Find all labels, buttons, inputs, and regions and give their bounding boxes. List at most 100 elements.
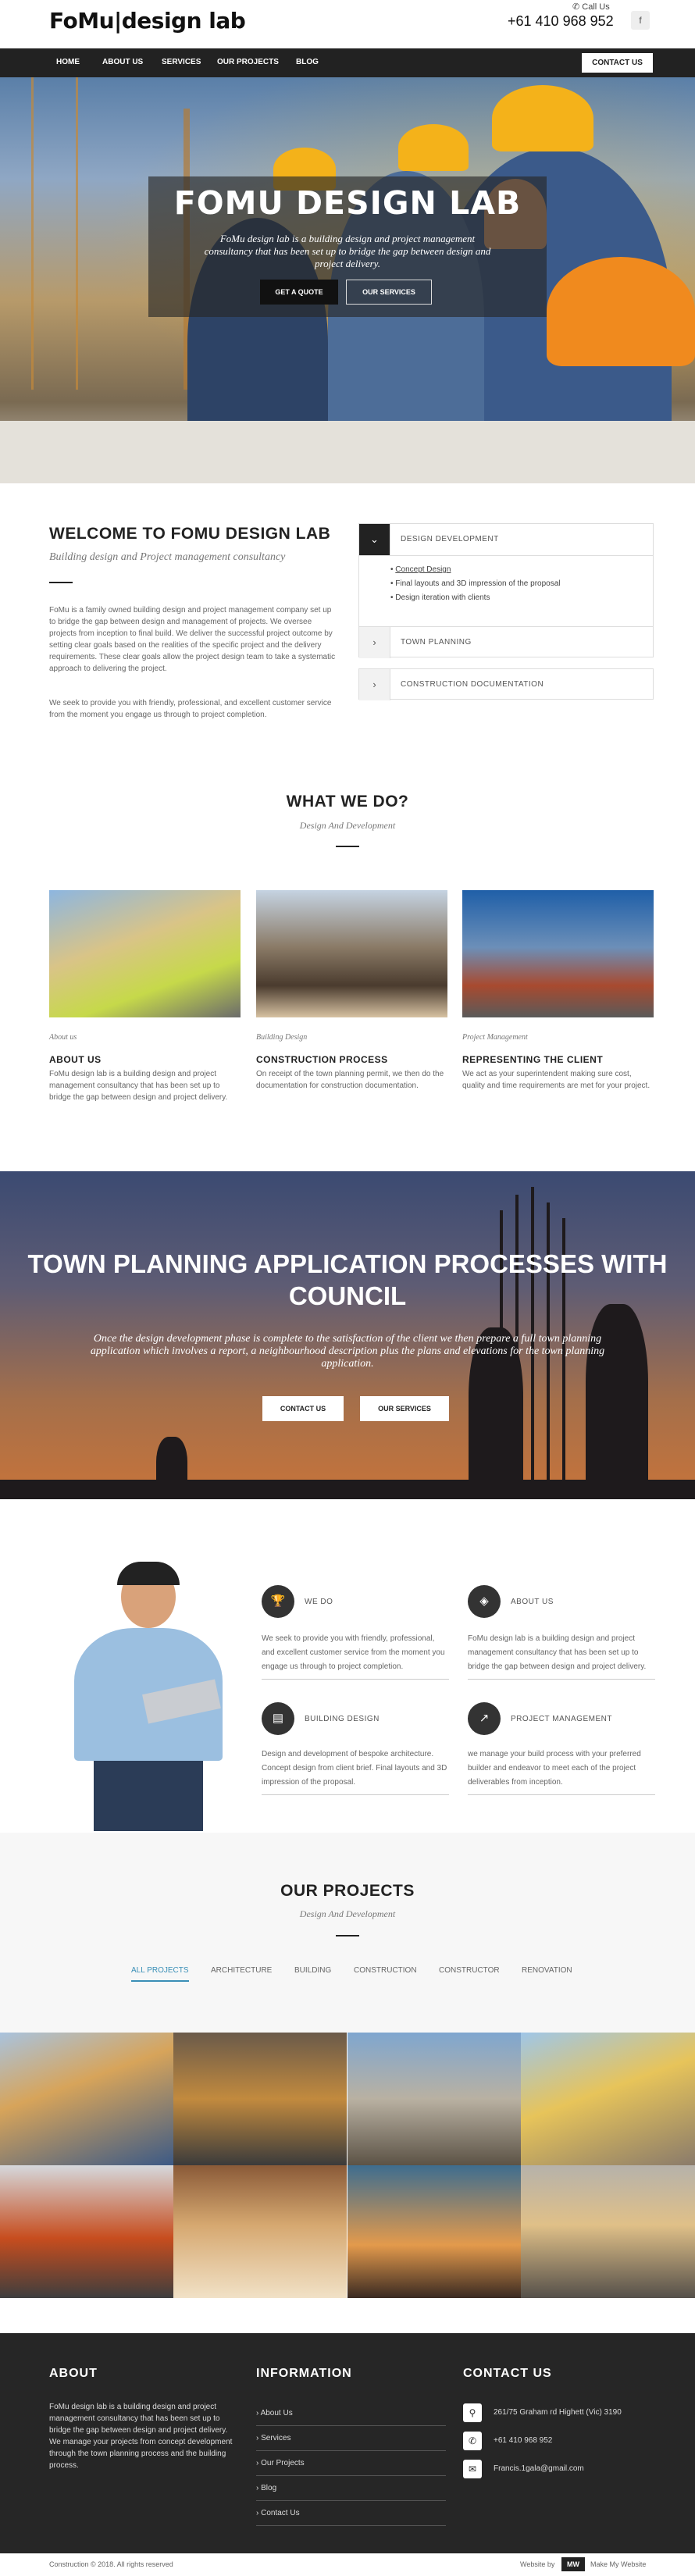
footer-link-text[interactable]: Blog (261, 2484, 276, 2492)
footer-about-text: FoMu design lab is a building design and… (49, 2403, 233, 2470)
feature-text: FoMu design lab is a building design and… (468, 1634, 647, 1671)
project-tile[interactable] (521, 2165, 695, 2298)
accordion-header[interactable]: ⌄ DESIGN DEVELOPMENT (359, 524, 653, 555)
footer-phone[interactable]: +61 410 968 952 (494, 2435, 552, 2446)
footer-link-our-projects[interactable]: › Our Projects (256, 2451, 446, 2476)
footer-link-text[interactable]: Services (261, 2434, 290, 2442)
footer-contact-title: CONTACT US (463, 2367, 552, 2380)
crane-silhouette (31, 77, 78, 390)
title-divider (49, 582, 73, 583)
accordion-panel-town-planning[interactable]: › TOWN PLANNING (358, 626, 654, 658)
card-title[interactable]: CONSTRUCTION PROCESS (256, 1054, 388, 1065)
footer-link-contact-us[interactable]: › Contact Us (256, 2501, 446, 2526)
filter-all-projects[interactable]: ALL PROJECTS (131, 1966, 189, 1982)
feature-title: PROJECT MANAGEMENT (511, 1715, 612, 1723)
filter-renovation[interactable]: RENOVATION (522, 1966, 572, 1975)
footer: ABOUT FoMu design lab is a building desi… (0, 2333, 695, 2553)
project-tile[interactable] (173, 2033, 347, 2165)
card-image-site (462, 890, 654, 1017)
welcome-paragraph: We seek to provide you with friendly, pr… (49, 699, 332, 719)
trophy-icon: 🏆 (262, 1585, 294, 1618)
project-tile[interactable] (348, 2033, 521, 2165)
logo[interactable]: FoMu|design lab (49, 8, 246, 34)
projects-section (0, 1833, 695, 2033)
projects-subtitle: Design And Development (299, 1908, 396, 1919)
accordion-header[interactable]: › CONSTRUCTION DOCUMENTATION (359, 669, 653, 700)
card-image-team (49, 890, 241, 1017)
feature-divider (468, 1679, 655, 1680)
our-services-button[interactable]: OUR SERVICES (360, 1396, 449, 1421)
copyright-bar: Construction © 2018. All rights reserved… (0, 2553, 695, 2576)
projects-title: OUR PROJECTS (280, 1882, 415, 1900)
list-item: • Concept Design (390, 565, 451, 574)
what-we-do-title: WHAT WE DO? (286, 793, 409, 811)
card-category: Building Design (256, 1033, 308, 1042)
chart-icon: ↗ (468, 1702, 501, 1735)
nav-services[interactable]: SERVICES (162, 58, 201, 66)
card-title[interactable]: REPRESENTING THE CLIENT (462, 1054, 603, 1065)
filter-architecture[interactable]: ARCHITECTURE (211, 1966, 272, 1975)
our-services-button[interactable]: OUR SERVICES (346, 280, 432, 305)
accordion-title: CONSTRUCTION DOCUMENTATION (401, 680, 544, 689)
phone-icon: ✆ (463, 2432, 482, 2450)
project-tile[interactable] (0, 2033, 173, 2165)
blueprint-paper (0, 421, 695, 483)
what-we-do-subtitle: Design And Development (299, 820, 396, 831)
contact-us-button[interactable]: CONTACT US (582, 53, 653, 73)
footer-address: 261/75 Graham rd Highett (Vic) 3190 (494, 2408, 622, 2417)
footer-link-text[interactable]: Our Projects (261, 2459, 305, 2467)
nav-our-projects[interactable]: OUR PROJECTS (217, 58, 279, 66)
footer-information-title: INFORMATION (256, 2367, 352, 2380)
mmw-logo-icon[interactable]: MW (561, 2557, 585, 2571)
footer-link-services[interactable]: › Services (256, 2426, 446, 2451)
accordion-title: TOWN PLANNING (401, 638, 472, 647)
feature-text: We seek to provide you with friendly, pr… (262, 1634, 445, 1671)
project-tile[interactable] (173, 2165, 347, 2298)
footer-email[interactable]: Francis.1gala@gmail.com (494, 2463, 584, 2474)
list-item: • Design iteration with clients (390, 593, 490, 602)
accordion-header[interactable]: › TOWN PLANNING (359, 627, 653, 658)
footer-link-about-us[interactable]: › About Us (256, 2401, 446, 2426)
person-hair (117, 1562, 180, 1585)
list-item-text[interactable]: Concept Design (395, 565, 451, 574)
footer-link-blog[interactable]: › Blog (256, 2476, 446, 2501)
call-us-text: Call Us (582, 2, 610, 12)
nav-home[interactable]: HOME (56, 58, 80, 66)
document-icon: ▤ (262, 1702, 294, 1735)
town-planning-text: Once the design development phase is com… (90, 1333, 605, 1370)
chevron-right-icon: › (359, 669, 390, 700)
project-tile[interactable] (521, 2033, 695, 2165)
hero-subtitle: FoMu design lab is a building design and… (204, 233, 491, 269)
welcome-title: WELCOME TO FOMU DESIGN LAB (49, 525, 331, 543)
card-title[interactable]: ABOUT US (49, 1054, 102, 1065)
filter-constructor[interactable]: CONSTRUCTOR (439, 1966, 500, 1975)
footer-about-title: ABOUT (49, 2367, 98, 2380)
nav-about-us[interactable]: ABOUT US (102, 58, 143, 66)
location-icon: ⚲ (463, 2403, 482, 2422)
credit-brand[interactable]: Make My Website (590, 2560, 646, 2568)
nav-blog[interactable]: BLOG (296, 58, 319, 66)
accordion-panel-design-development: ⌄ DESIGN DEVELOPMENT • Concept Design • … (358, 523, 654, 628)
footer-link-text[interactable]: About Us (261, 2409, 293, 2417)
filter-construction[interactable]: CONSTRUCTION (354, 1966, 417, 1975)
feature-text: we manage your build process with your p… (468, 1750, 641, 1787)
phone-number[interactable]: +61 410 968 952 (508, 13, 614, 30)
card-category: About us (49, 1033, 77, 1042)
get-a-quote-button[interactable]: GET A QUOTE (260, 280, 338, 305)
top-header: FoMu|design lab ✆ Call Us +61 410 968 95… (0, 0, 695, 45)
footer-link-text[interactable]: Contact Us (261, 2509, 299, 2517)
feature-title: BUILDING DESIGN (305, 1715, 380, 1723)
helmet-graphic (398, 124, 469, 171)
list-item-text: Design iteration with clients (395, 593, 490, 602)
hero-banner: FOMU DESIGN LAB FoMu design lab is a bui… (0, 77, 695, 483)
list-item-text: Final layouts and 3D impression of the p… (395, 579, 561, 588)
card-category: Project Management (462, 1033, 528, 1042)
filter-building[interactable]: BUILDING (294, 1966, 331, 1975)
contact-us-button[interactable]: CONTACT US (262, 1396, 344, 1421)
accordion-title: DESIGN DEVELOPMENT (401, 535, 499, 543)
feature-title: WE DO (305, 1598, 333, 1606)
project-tile[interactable] (0, 2165, 173, 2298)
project-tile[interactable] (348, 2165, 521, 2298)
facebook-icon[interactable]: f (631, 11, 650, 30)
accordion-panel-construction-documentation[interactable]: › CONSTRUCTION DOCUMENTATION (358, 668, 654, 700)
